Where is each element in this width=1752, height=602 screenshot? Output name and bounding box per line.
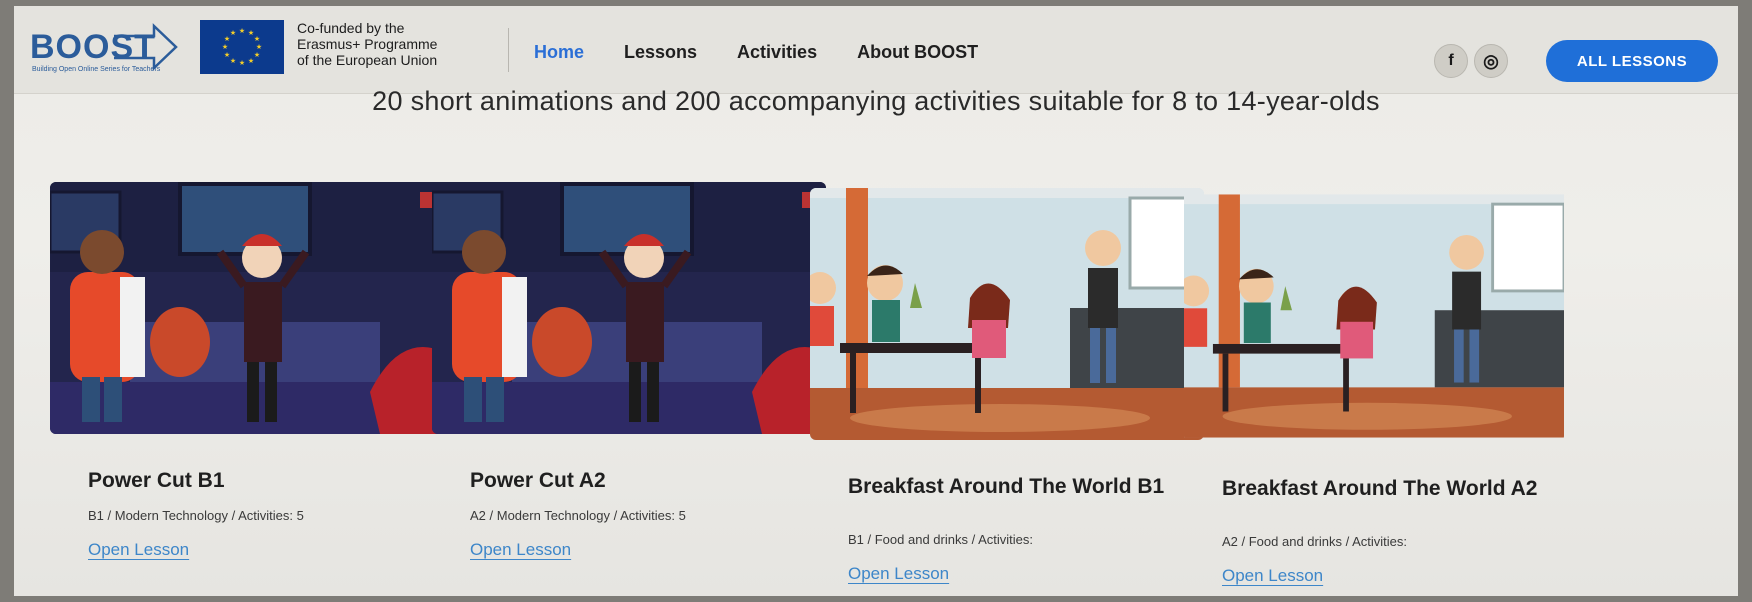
lesson-card-power-cut-a2: Power Cut A2 A2 / Modern Technology / Ac… <box>432 182 826 596</box>
svg-text:★: ★ <box>222 43 228 51</box>
lesson-title: Power Cut A2 <box>470 469 606 492</box>
eu-cofunded-text: Co-funded by the Erasmus+ Programme of t… <box>297 20 438 68</box>
header-divider <box>508 28 509 72</box>
lesson-card-breakfast-a2: Breakfast Around The World A2 A2 / Food … <box>1184 182 1578 596</box>
lesson-title: Power Cut B1 <box>88 469 225 492</box>
browser-viewport: BOOST Building Open Online Series for Te… <box>14 6 1738 596</box>
facebook-icon[interactable]: f <box>1434 44 1468 78</box>
svg-text:★: ★ <box>248 57 254 65</box>
lesson-meta: A2 / Food and drinks / Activities: <box>1222 534 1407 549</box>
lesson-meta: A2 / Modern Technology / Activities: 5 <box>470 508 686 523</box>
lesson-card-power-cut-b1: Power Cut B1 B1 / Modern Technology / Ac… <box>50 182 444 596</box>
svg-text:★: ★ <box>239 27 245 35</box>
lesson-thumbnail[interactable] <box>1184 190 1564 442</box>
page-subtitle: 20 short animations and 200 accompanying… <box>372 86 1380 116</box>
nav-about-boost[interactable]: About BOOST <box>857 42 978 63</box>
nav-activities[interactable]: Activities <box>737 42 817 63</box>
eu-flag-icon: ★ ★ ★ ★ ★ ★ ★ ★ ★ ★ ★ ★ <box>200 20 284 74</box>
nav-home[interactable]: Home <box>534 42 584 63</box>
lesson-meta: B1 / Modern Technology / Activities: 5 <box>88 508 304 523</box>
open-lesson-link[interactable]: Open Lesson <box>88 540 189 560</box>
lesson-thumbnail[interactable] <box>432 182 826 434</box>
lesson-title: Breakfast Around The World A2 <box>1222 477 1538 500</box>
logo-tagline: Building Open Online Series for Teachers <box>32 66 161 73</box>
logo-arrow-icon <box>114 23 178 71</box>
open-lesson-link[interactable]: Open Lesson <box>470 540 571 560</box>
svg-text:★: ★ <box>254 35 260 43</box>
svg-text:★: ★ <box>224 51 230 59</box>
svg-text:★: ★ <box>256 43 262 51</box>
main-nav: Home Lessons Activities About BOOST <box>534 42 978 63</box>
lesson-meta: B1 / Food and drinks / Activities: <box>848 532 1033 547</box>
svg-text:★: ★ <box>230 57 236 65</box>
boost-logo[interactable]: BOOST Building Open Online Series for Te… <box>30 20 180 78</box>
lesson-thumbnail[interactable] <box>810 188 1204 440</box>
lesson-thumbnail[interactable] <box>50 182 444 434</box>
all-lessons-button[interactable]: ALL LESSONS <box>1546 40 1718 82</box>
lesson-title: Breakfast Around The World B1 <box>848 475 1165 498</box>
instagram-icon[interactable]: ◎ <box>1474 44 1508 78</box>
svg-text:★: ★ <box>230 29 236 37</box>
site-header: BOOST Building Open Online Series for Te… <box>14 6 1738 94</box>
svg-text:★: ★ <box>239 59 245 67</box>
open-lesson-link[interactable]: Open Lesson <box>848 564 949 584</box>
lesson-card-breakfast-b1: Breakfast Around The World B1 B1 / Food … <box>810 182 1204 596</box>
open-lesson-link[interactable]: Open Lesson <box>1222 566 1323 586</box>
nav-lessons[interactable]: Lessons <box>624 42 697 63</box>
svg-text:★: ★ <box>254 51 260 59</box>
